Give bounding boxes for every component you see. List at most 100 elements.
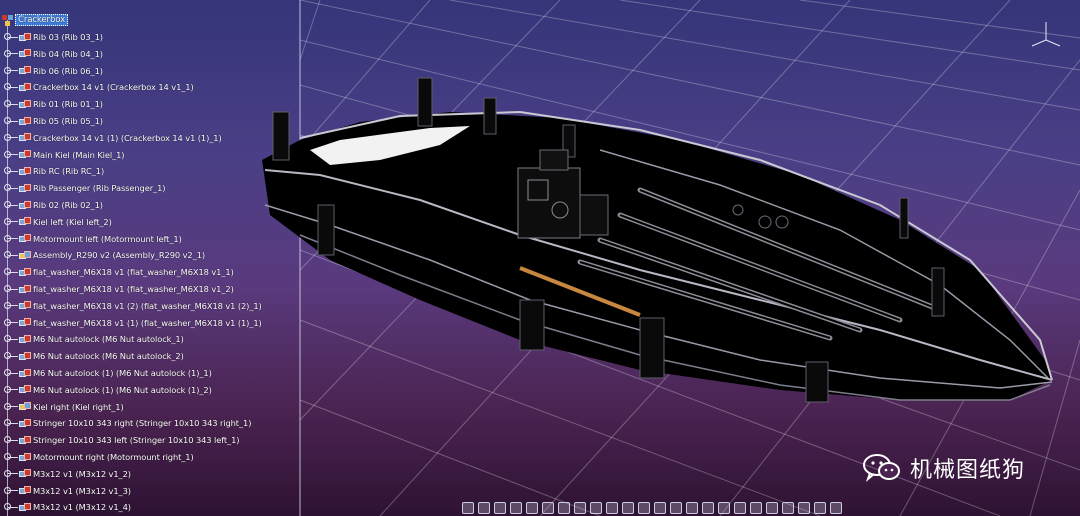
tree-node[interactable]: flat_washer_M6X18 v1 (2) (flat_washer_M6…: [2, 298, 262, 314]
expand-toggle-icon[interactable]: [4, 301, 11, 309]
tree-node[interactable]: M6 Nut autolock (1) (M6 Nut autolock (1)…: [2, 365, 212, 381]
expand-toggle-icon[interactable]: [4, 49, 11, 57]
snap-icon[interactable]: [670, 502, 682, 514]
tree-node[interactable]: Rib 01 (Rib 01_1): [2, 96, 103, 112]
tree-node[interactable]: M3x12 v1 (M3x12 v1_3): [2, 483, 131, 499]
tree-node[interactable]: Rib 05 (Rib 05_1): [2, 113, 103, 129]
tree-node[interactable]: M6 Nut autolock (M6 Nut autolock_2): [2, 348, 184, 364]
tree-node[interactable]: Stringer 10x10 343 right (Stringer 10x10…: [2, 415, 251, 431]
expand-toggle-icon[interactable]: [4, 503, 11, 511]
sketch-icon[interactable]: [782, 502, 794, 514]
grid-icon[interactable]: [702, 502, 714, 514]
apply-material-icon[interactable]: [638, 502, 650, 514]
part-icon: [19, 132, 31, 143]
expand-toggle-icon[interactable]: [4, 201, 11, 208]
expand-toggle-icon[interactable]: [4, 385, 11, 393]
tree-node-label: M3x12 v1 (M3x12 v1_4): [33, 502, 131, 513]
swap-icon[interactable]: [606, 502, 618, 514]
expand-toggle-icon[interactable]: [4, 83, 11, 91]
multi-view-icon[interactable]: [542, 502, 554, 514]
assembly-icon: [19, 401, 31, 412]
tree-node[interactable]: Assembly_R290 v2 (Assembly_R290 v2_1): [2, 247, 205, 263]
tree-node[interactable]: Rib 03 (Rib 03_1): [2, 29, 103, 45]
tree-node[interactable]: M3x12 v1 (M3x12 v1_4): [2, 499, 131, 515]
expand-toggle-icon[interactable]: [4, 369, 11, 376]
analysis-icon[interactable]: [798, 502, 810, 514]
expand-toggle-icon[interactable]: [4, 66, 11, 74]
lighting-icon[interactable]: [718, 502, 730, 514]
hide-show-icon[interactable]: [590, 502, 602, 514]
expand-toggle-icon[interactable]: [4, 167, 11, 175]
render-style-icon[interactable]: [574, 502, 586, 514]
tree-node[interactable]: Rib 04 (Rib 04_1): [2, 46, 103, 62]
tree-node[interactable]: Rib RC (Rib RC_1): [2, 163, 104, 179]
tree-node-label: flat_washer_M6X18 v1 (flat_washer_M6X18 …: [33, 284, 234, 294]
camera-icon[interactable]: [734, 502, 746, 514]
tree-node[interactable]: flat_washer_M6X18 v1 (1) (flat_washer_M6…: [2, 315, 262, 331]
part-icon: [19, 200, 31, 211]
part-icon: [19, 485, 31, 496]
specification-tree[interactable]: Crackerbox Rib 03 (Rib 03_1) Rib 04 (Rib …: [0, 0, 300, 516]
properties-icon[interactable]: [814, 502, 826, 514]
tree-node[interactable]: Rib 06 (Rib 06_1): [2, 63, 103, 79]
expand-toggle-icon[interactable]: [4, 133, 11, 141]
tree-node[interactable]: Main Kiel (Main Kiel_1): [2, 147, 125, 163]
tree-node[interactable]: Motormount right (Motormount right_1): [2, 449, 194, 465]
expand-toggle-icon[interactable]: [4, 234, 11, 242]
tree-node[interactable]: Rib 02 (Rib 02_1): [2, 197, 103, 213]
walk-icon[interactable]: [750, 502, 762, 514]
iso-view-icon[interactable]: [558, 502, 570, 514]
expand-toggle-icon[interactable]: [4, 217, 11, 225]
expand-toggle-icon[interactable]: [4, 117, 11, 124]
tree-node[interactable]: flat_washer_M6X18 v1 (flat_washer_M6X18 …: [2, 264, 234, 280]
tree-node-label: flat_washer_M6X18 v1 (flat_washer_M6X18 …: [33, 267, 234, 278]
tree-node-label: Crackerbox 14 v1 (Crackerbox 14 v1_1): [33, 82, 194, 93]
tree-node[interactable]: Motormount left (Motormount left_1): [2, 231, 182, 247]
expand-toggle-icon[interactable]: [4, 285, 11, 292]
expand-toggle-icon[interactable]: [4, 150, 11, 158]
tree-node-label: M6 Nut autolock (1) (M6 Nut autolock (1)…: [33, 368, 212, 378]
expand-toggle-icon[interactable]: [4, 436, 11, 444]
compass-icon[interactable]: [686, 502, 698, 514]
expand-toggle-icon[interactable]: [4, 33, 11, 40]
expand-toggle-icon[interactable]: [4, 100, 11, 108]
tree-node[interactable]: Kiel left (Kiel left_2): [2, 214, 112, 230]
tree-node-label: Kiel right (Kiel right_1): [33, 401, 124, 412]
expand-toggle-icon[interactable]: [4, 251, 11, 259]
part-icon: [19, 351, 31, 362]
rotate-icon[interactable]: [494, 502, 506, 514]
measure-icon[interactable]: [622, 502, 634, 514]
compass-icon[interactable]: [1026, 22, 1066, 50]
zoom-icon[interactable]: [510, 502, 522, 514]
expand-toggle-icon[interactable]: [4, 335, 11, 343]
tree-root[interactable]: Crackerbox: [2, 12, 69, 28]
tree-node[interactable]: Crackerbox 14 v1 (Crackerbox 14 v1_1): [2, 79, 194, 95]
tree-node[interactable]: M3x12 v1 (M3x12 v1_2): [2, 466, 131, 482]
tree-node[interactable]: Rib Passenger (Rib Passenger_1): [2, 180, 166, 196]
tree-node[interactable]: M6 Nut autolock (M6 Nut autolock_1): [2, 331, 184, 347]
pan-icon[interactable]: [478, 502, 490, 514]
expand-toggle-icon[interactable]: [4, 318, 11, 326]
expand-toggle-icon[interactable]: [4, 419, 11, 427]
expand-toggle-icon[interactable]: [4, 486, 11, 494]
expand-toggle-icon[interactable]: [4, 268, 11, 276]
tree-node-label: Rib 05 (Rib 05_1): [33, 116, 103, 126]
expand-toggle-icon[interactable]: [4, 352, 11, 360]
normal-view-icon[interactable]: [526, 502, 538, 514]
tree-node-label: M3x12 v1 (M3x12 v1_2): [33, 468, 131, 479]
tree-node[interactable]: Kiel right (Kiel right_1): [2, 399, 124, 415]
expand-toggle-icon[interactable]: [4, 469, 11, 477]
expand-toggle-icon[interactable]: [4, 402, 11, 410]
tree-node[interactable]: Stringer 10x10 343 left (Stringer 10x10 …: [2, 432, 240, 448]
fit-all-icon[interactable]: [462, 502, 474, 514]
tree-node-label: Rib 04 (Rib 04_1): [33, 48, 103, 59]
section-icon[interactable]: [654, 502, 666, 514]
fly-icon[interactable]: [766, 502, 778, 514]
expand-toggle-icon[interactable]: [4, 184, 11, 192]
tree-node-label: Stringer 10x10 343 left (Stringer 10x10 …: [33, 435, 240, 446]
expand-toggle-icon[interactable]: [4, 453, 11, 460]
tree-node[interactable]: flat_washer_M6X18 v1 (flat_washer_M6X18 …: [2, 281, 234, 297]
catalog-icon[interactable]: [830, 502, 842, 514]
tree-node[interactable]: Crackerbox 14 v1 (1) (Crackerbox 14 v1 (…: [2, 130, 222, 146]
tree-node[interactable]: M6 Nut autolock (1) (M6 Nut autolock (1)…: [2, 382, 212, 398]
